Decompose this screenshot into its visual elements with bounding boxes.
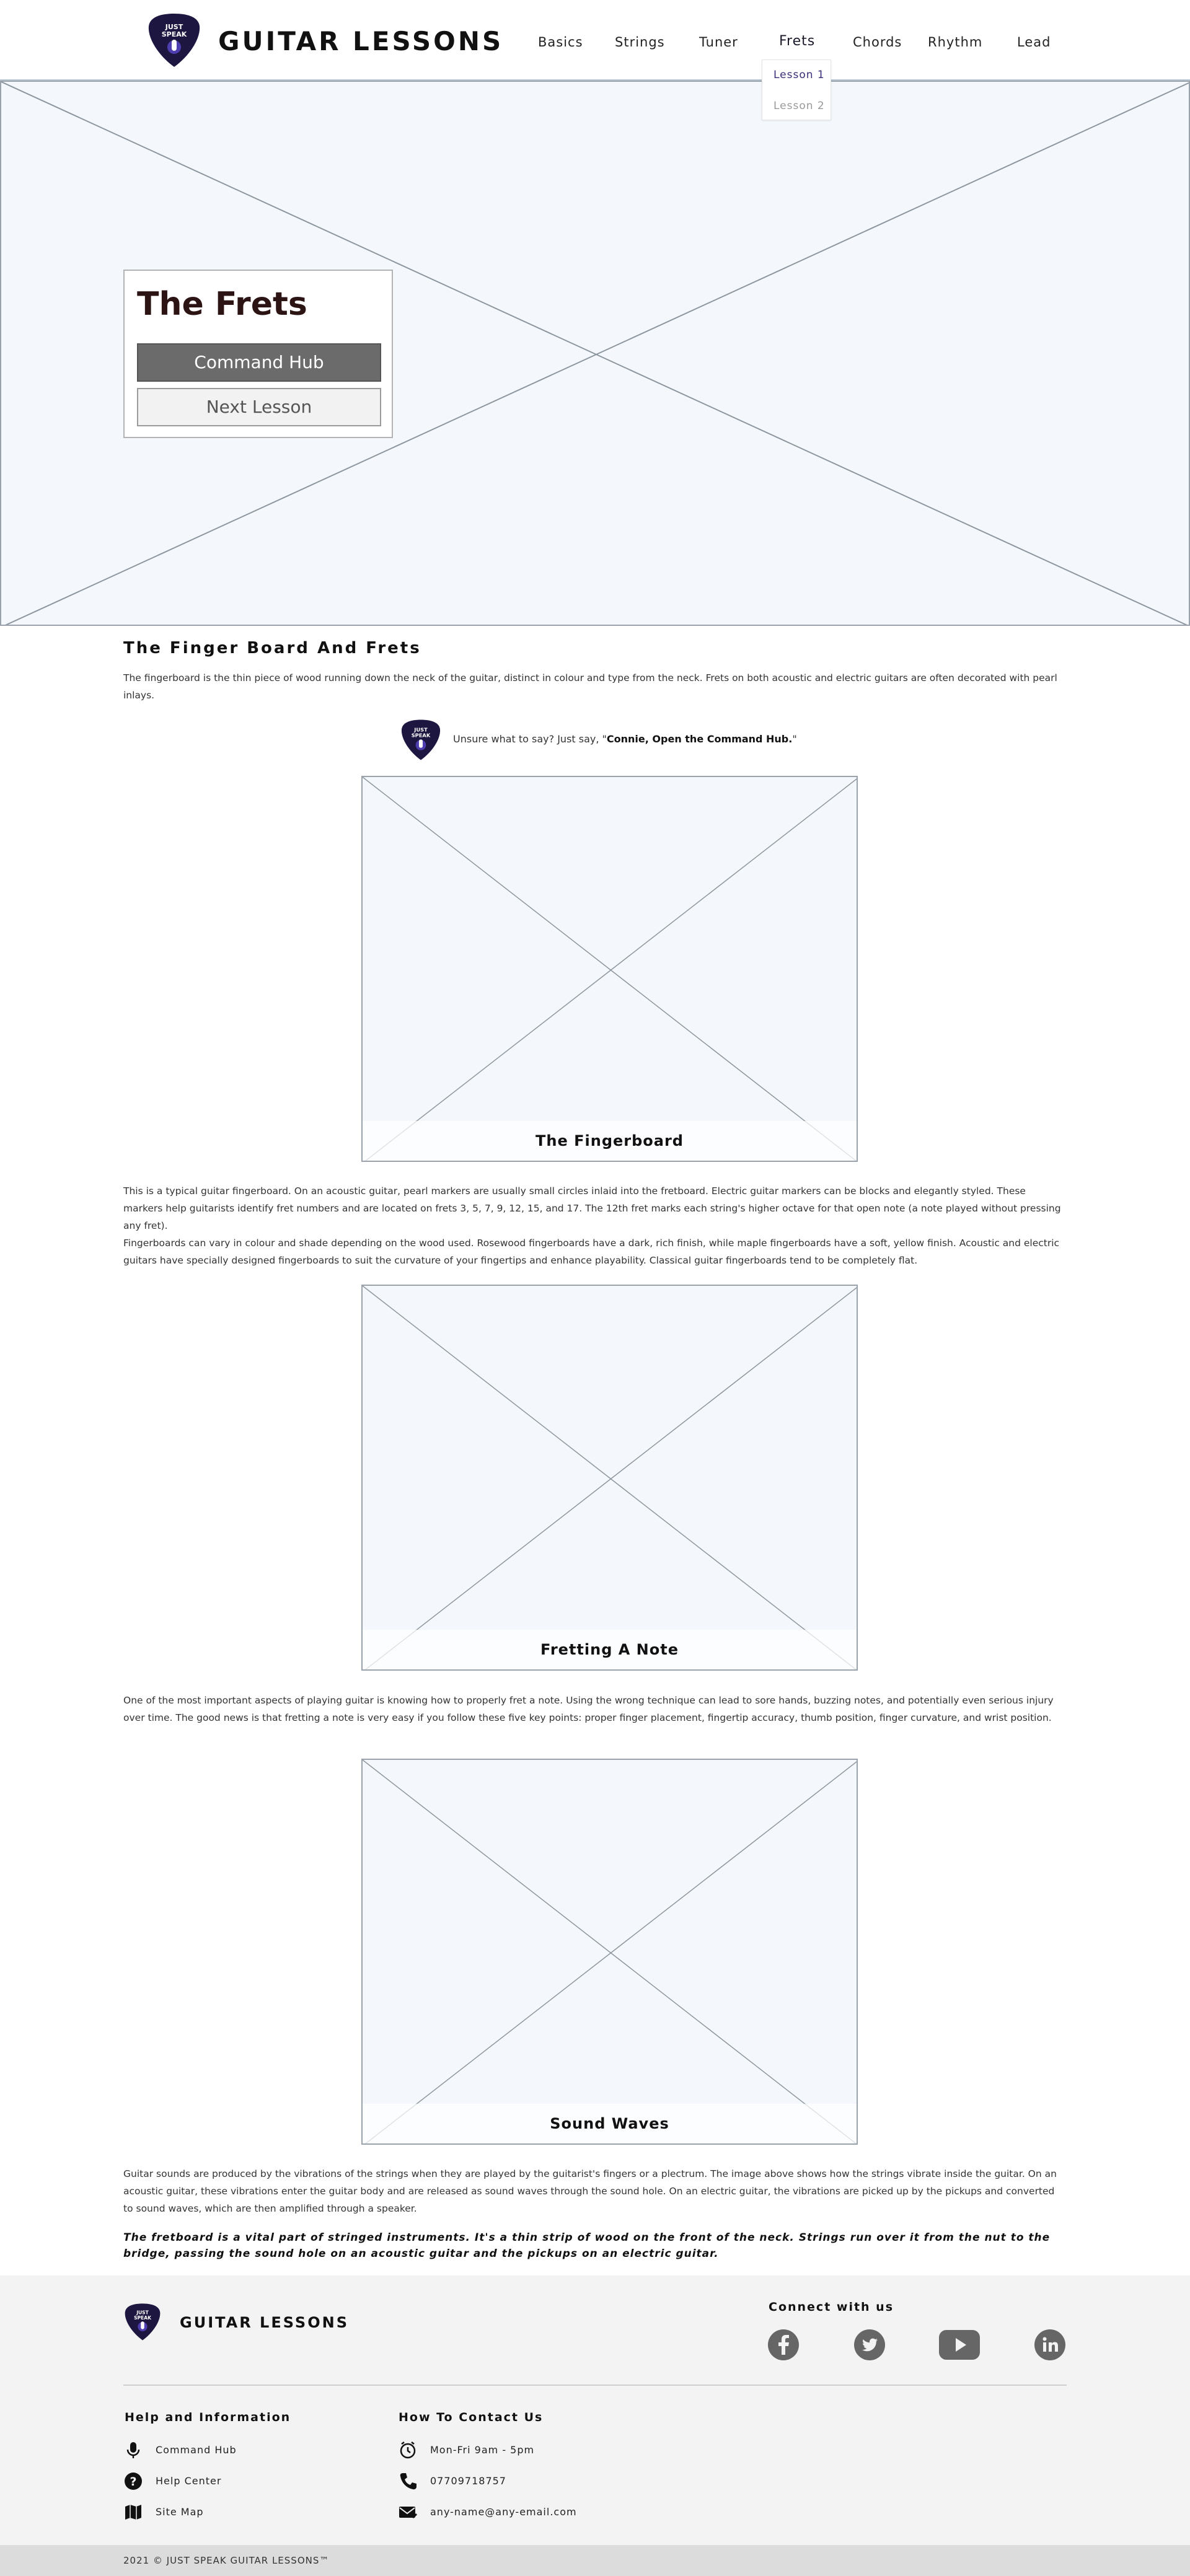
copyright-text: 2021 © JUST SPEAK GUITAR LESSONS™ bbox=[123, 2555, 330, 2566]
svg-text:SPEAK: SPEAK bbox=[162, 30, 187, 38]
guitar-pick-logo-icon: JUST SPEAK bbox=[125, 2303, 161, 2341]
figure-fingerboard: The Fingerboard bbox=[361, 776, 858, 1162]
figure-sound-waves: Sound Waves bbox=[361, 1759, 858, 2145]
phone-icon bbox=[400, 2473, 416, 2490]
nav-rhythm[interactable]: Rhythm bbox=[928, 35, 982, 50]
next-lesson-button[interactable]: Next Lesson bbox=[137, 388, 381, 426]
sound-paragraph: Guitar sounds are produced by the vibrat… bbox=[123, 2168, 1057, 2214]
mail-icon bbox=[399, 2507, 418, 2519]
site-header: JUST SPEAK GUITAR LESSONS Basics Strings… bbox=[0, 0, 1190, 81]
facebook-icon bbox=[768, 2329, 799, 2360]
footer-brand: GUITAR LESSONS bbox=[180, 2314, 349, 2331]
placeholder-cross-icon bbox=[363, 1286, 857, 1669]
site-footer: JUST SPEAK GUITAR LESSONS Connect with u… bbox=[0, 2275, 1190, 2545]
voice-tip: Unsure what to say? Just say, "Connie, O… bbox=[453, 733, 797, 745]
hero-card: The Frets Command Hub Next Lesson bbox=[123, 270, 393, 438]
placeholder-cross-icon bbox=[363, 1760, 857, 2143]
dropdown-lesson-2[interactable]: Lesson 2 bbox=[774, 100, 825, 112]
nav-tuner[interactable]: Tuner bbox=[699, 35, 738, 50]
nav-frets[interactable]: Frets bbox=[779, 33, 815, 49]
footer-divider bbox=[123, 2385, 1067, 2386]
summary-quote: The fretboard is a vital part of stringe… bbox=[123, 2231, 1051, 2260]
guitar-pick-logo-icon: JUST SPEAK bbox=[401, 719, 441, 760]
nav-lead[interactable]: Lead bbox=[1017, 35, 1051, 50]
figure-caption: Fretting A Note bbox=[363, 1630, 857, 1669]
fingerboard-paragraph-2: Fingerboards can vary in colour and shad… bbox=[123, 1237, 1060, 1266]
contact-phone: 07709718757 bbox=[430, 2475, 506, 2487]
nav-strings[interactable]: Strings bbox=[615, 35, 665, 50]
tip-logo: JUST SPEAK bbox=[400, 716, 442, 763]
youtube-icon bbox=[939, 2330, 980, 2360]
connect-heading: Connect with us bbox=[769, 2300, 894, 2314]
site-brand[interactable]: GUITAR LESSONS bbox=[218, 26, 503, 56]
contact-email: any-name@any-email.com bbox=[430, 2506, 577, 2518]
footer-link-label: Site Map bbox=[156, 2506, 204, 2518]
contact-hours: Mon-Fri 9am - 5pm bbox=[430, 2444, 535, 2456]
svg-text:SPEAK: SPEAK bbox=[134, 2315, 152, 2321]
youtube-link[interactable] bbox=[938, 2329, 981, 2361]
fingerboard-paragraph-1: This is a typical guitar fingerboard. On… bbox=[123, 1185, 1061, 1231]
copyright-bar: 2021 © JUST SPEAK GUITAR LESSONS™ bbox=[0, 2545, 1190, 2576]
intro-paragraph: The fingerboard is the thin piece of woo… bbox=[123, 672, 1057, 701]
help-heading: Help and Information bbox=[125, 2411, 291, 2424]
twitter-link[interactable] bbox=[853, 2329, 886, 2361]
figure-fretting: Fretting A Note bbox=[361, 1285, 858, 1671]
footer-link-label: Help Center bbox=[156, 2475, 222, 2487]
tip-command: Connie, Open the Command Hub. bbox=[606, 733, 793, 745]
tip-suffix: " bbox=[792, 733, 797, 745]
guitar-pick-logo-icon: JUST SPEAK bbox=[148, 14, 200, 67]
microphone-icon bbox=[126, 2442, 140, 2458]
figure-caption: Sound Waves bbox=[363, 2104, 857, 2143]
section-heading: The Finger Board And Frets bbox=[123, 639, 421, 657]
twitter-icon bbox=[854, 2329, 885, 2360]
fretting-paragraph: One of the most important aspects of pla… bbox=[123, 1695, 1054, 1723]
footer-link-label: Command Hub bbox=[156, 2444, 237, 2456]
placeholder-cross-icon bbox=[363, 777, 857, 1161]
contact-heading: How To Contact Us bbox=[399, 2411, 544, 2424]
tip-prefix: Unsure what to say? Just say, " bbox=[453, 733, 607, 745]
facebook-link[interactable] bbox=[767, 2329, 800, 2361]
svg-text:SPEAK: SPEAK bbox=[412, 732, 431, 738]
linkedin-icon bbox=[1034, 2329, 1065, 2360]
command-hub-button[interactable]: Command Hub bbox=[137, 343, 381, 382]
svg-text:?: ? bbox=[130, 2475, 136, 2489]
linkedin-link[interactable] bbox=[1034, 2329, 1066, 2361]
frets-dropdown-menu: Lesson 1 Lesson 2 bbox=[762, 59, 831, 120]
clock-icon bbox=[400, 2442, 416, 2459]
page-title: The Frets bbox=[137, 286, 307, 323]
footer-logo[interactable]: JUST SPEAK bbox=[123, 2300, 162, 2344]
logo-pick[interactable]: JUST SPEAK bbox=[146, 12, 202, 68]
dropdown-lesson-1[interactable]: Lesson 1 bbox=[774, 69, 825, 81]
nav-basics[interactable]: Basics bbox=[538, 35, 583, 50]
map-icon bbox=[125, 2505, 141, 2520]
figure-caption: The Fingerboard bbox=[363, 1121, 857, 1161]
nav-chords[interactable]: Chords bbox=[853, 35, 902, 50]
question-icon: ? bbox=[125, 2473, 142, 2490]
